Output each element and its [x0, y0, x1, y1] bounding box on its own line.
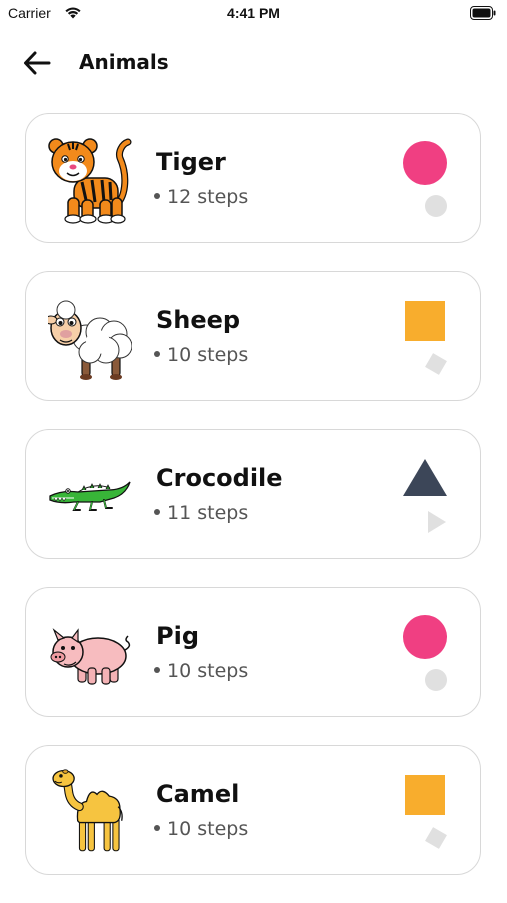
battery-icon — [470, 6, 496, 20]
animal-card-crocodile[interactable]: Crocodile 11 steps — [25, 429, 481, 559]
steps-label: 10 steps — [167, 660, 249, 682]
animal-card-tiger[interactable]: Tiger 12 steps — [25, 113, 481, 243]
steps-label: 10 steps — [167, 818, 249, 840]
circle-placeholder-icon — [425, 669, 447, 691]
animal-steps: 12 steps — [154, 186, 248, 208]
header: Animals — [0, 40, 507, 86]
page-title: Animals — [79, 50, 169, 74]
steps-label: 12 steps — [167, 186, 249, 208]
animal-name: Pig — [156, 622, 199, 650]
animal-name: Crocodile — [156, 464, 283, 492]
camel-icon — [52, 769, 123, 852]
animal-name: Camel — [156, 780, 240, 808]
back-button[interactable] — [20, 48, 54, 78]
bullet-icon — [154, 193, 160, 199]
pig-icon — [50, 628, 131, 685]
tiger-icon — [48, 138, 132, 224]
animal-name: Tiger — [156, 148, 226, 176]
animal-card-pig[interactable]: Pig 10 steps — [25, 587, 481, 717]
arrow-left-icon — [24, 51, 51, 75]
circle-shape-icon — [403, 141, 447, 185]
animal-steps: 10 steps — [154, 818, 248, 840]
animal-steps: 10 steps — [154, 344, 248, 366]
bullet-icon — [154, 351, 160, 357]
animal-card-sheep[interactable]: Sheep 10 steps — [25, 271, 481, 401]
animal-steps: 11 steps — [154, 502, 248, 524]
diamond-placeholder-icon — [425, 353, 447, 375]
triangle-placeholder-icon — [428, 511, 446, 533]
animal-steps: 10 steps — [154, 660, 248, 682]
square-shape-icon — [405, 775, 445, 815]
steps-label: 10 steps — [167, 344, 249, 366]
square-shape-icon — [405, 301, 445, 341]
circle-placeholder-icon — [425, 195, 447, 217]
bullet-icon — [154, 509, 160, 515]
status-bar: Carrier 4:41 PM — [0, 0, 507, 28]
sheep-icon — [48, 300, 132, 380]
animal-list: Tiger 12 steps Sheep 10 steps Crocodile … — [25, 113, 483, 903]
diamond-placeholder-icon — [425, 827, 447, 849]
status-time: 4:41 PM — [227, 5, 280, 21]
triangle-shape-icon — [403, 459, 447, 496]
animal-card-camel[interactable]: Camel 10 steps — [25, 745, 481, 875]
bullet-icon — [154, 825, 160, 831]
steps-label: 11 steps — [167, 502, 249, 524]
bullet-icon — [154, 667, 160, 673]
circle-shape-icon — [403, 615, 447, 659]
animal-name: Sheep — [156, 306, 241, 334]
crocodile-icon — [49, 481, 131, 511]
